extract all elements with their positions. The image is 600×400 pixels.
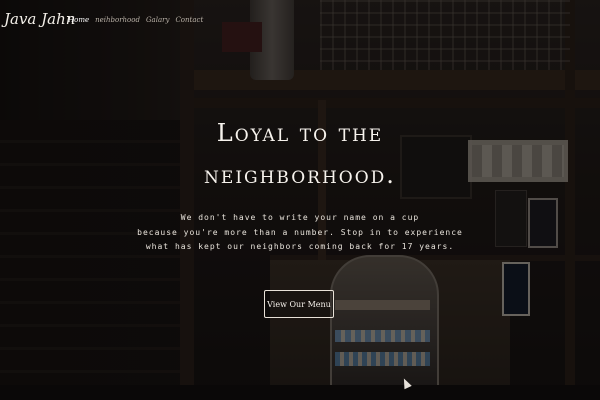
hero-headline-line2: neighborhood. — [204, 161, 396, 189]
nav-item-neighborhood[interactable]: neihborhood — [95, 16, 140, 24]
hero-tagline-line1: We don't have to write your name on a cu… — [180, 213, 420, 222]
hero-section: Loyal to the neighborhood. We don't have… — [0, 0, 600, 400]
view-menu-button[interactable]: View Our Menu — [264, 290, 334, 318]
nav-links: Home neihborhood Galary Contact — [68, 16, 203, 24]
top-navigation: Java Jahn Home neihborhood Galary Contac… — [0, 0, 600, 40]
nav-item-home[interactable]: Home — [68, 16, 89, 24]
hero-tagline-line3: what has kept our neighbors coming back … — [145, 242, 455, 251]
brand-logo[interactable]: Java Jahn — [4, 10, 75, 28]
nav-item-contact[interactable]: Contact — [175, 16, 203, 24]
hero-tagline-line2: because you're more than a number. Stop … — [137, 228, 463, 237]
nav-item-gallery[interactable]: Galary — [146, 16, 169, 24]
hero-headline-line1: Loyal to the — [216, 119, 384, 147]
